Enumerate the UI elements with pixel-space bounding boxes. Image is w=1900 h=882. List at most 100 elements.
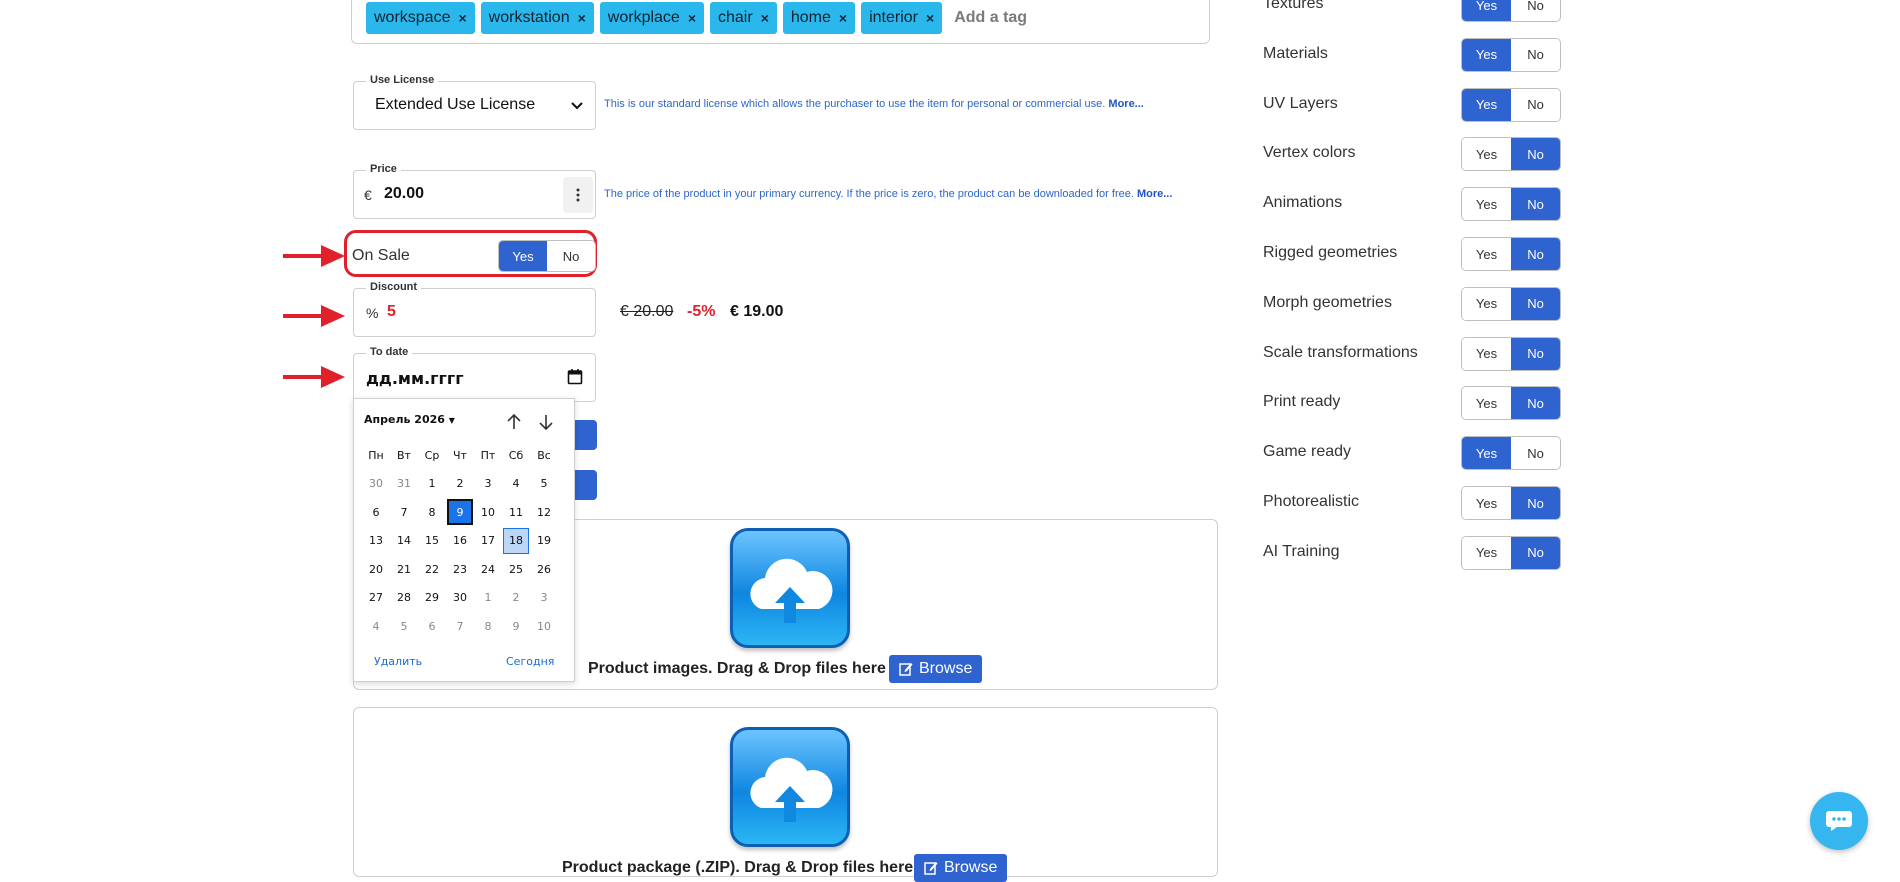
calendar-day[interactable]: 6 [418, 612, 446, 641]
toggle-yes[interactable]: Yes [1462, 337, 1511, 370]
calendar-day[interactable]: 7 [390, 498, 418, 527]
calendar-day[interactable]: 15 [418, 527, 446, 556]
price-menu-button[interactable] [563, 177, 593, 213]
toggle-yes[interactable]: Yes [1462, 88, 1511, 121]
calendar-day[interactable]: 13 [362, 527, 390, 556]
calendar-day[interactable]: 25 [502, 555, 530, 584]
arrow-down-icon[interactable] [538, 413, 554, 431]
on-sale-yes[interactable]: Yes [499, 241, 547, 271]
tag-chip[interactable]: home × [782, 2, 856, 34]
feature-toggle[interactable]: Yes No [1461, 286, 1561, 321]
tag-remove-icon[interactable]: × [458, 10, 466, 26]
toggle-yes[interactable]: Yes [1462, 0, 1511, 21]
toggle-no[interactable]: No [1511, 38, 1560, 71]
calendar-day[interactable]: 24 [474, 555, 502, 584]
tag-remove-icon[interactable]: × [688, 10, 696, 26]
to-date-field[interactable]: To date дд.мм.гггг [353, 346, 596, 402]
calendar-day[interactable]: 3 [474, 470, 502, 499]
calendar-icon[interactable] [567, 368, 583, 385]
calendar-day[interactable]: 18 [503, 527, 529, 554]
tag-remove-icon[interactable]: × [761, 10, 769, 26]
browse-package-button[interactable]: Browse [914, 854, 1008, 882]
calendar-day[interactable]: 20 [362, 555, 390, 584]
toggle-no[interactable]: No [1511, 287, 1560, 320]
feature-toggle[interactable]: Yes No [1461, 336, 1561, 371]
calendar-day[interactable]: 31 [390, 470, 418, 499]
license-more-link[interactable]: More... [1108, 98, 1143, 110]
calendar-day[interactable]: 2 [502, 584, 530, 613]
tag-chip[interactable]: workstation × [480, 2, 594, 34]
today-button[interactable]: Сегодня [506, 655, 554, 668]
calendar-day[interactable]: 8 [474, 612, 502, 641]
toggle-no[interactable]: No [1511, 0, 1560, 21]
feature-toggle[interactable]: Yes No [1461, 436, 1561, 471]
feature-toggle[interactable]: Yes No [1461, 37, 1561, 72]
tag-chip[interactable]: workplace × [599, 2, 704, 34]
toggle-no[interactable]: No [1511, 238, 1560, 270]
on-sale-no[interactable]: No [547, 241, 595, 271]
month-selector[interactable]: Апрель 2026 ▼ [364, 413, 455, 426]
calendar-day[interactable]: 10 [474, 498, 502, 527]
toggle-yes[interactable]: Yes [1462, 487, 1511, 519]
feature-toggle[interactable]: Yes No [1461, 535, 1561, 570]
calendar-day[interactable]: 17 [474, 527, 502, 556]
calendar-day[interactable]: 3 [530, 584, 558, 613]
tag-remove-icon[interactable]: × [926, 10, 934, 26]
calendar-day[interactable]: 10 [530, 612, 558, 641]
calendar-day[interactable]: 9 [447, 499, 473, 526]
arrow-up-icon[interactable] [506, 413, 522, 431]
on-sale-toggle[interactable]: Yes No [498, 240, 596, 272]
toggle-no[interactable]: No [1511, 487, 1560, 519]
toggle-yes[interactable]: Yes [1462, 287, 1511, 320]
calendar-day[interactable]: 5 [390, 612, 418, 641]
toggle-yes[interactable]: Yes [1462, 387, 1511, 420]
toggle-no[interactable]: No [1511, 138, 1560, 171]
feature-toggle[interactable]: Yes No [1461, 187, 1561, 222]
calendar-day[interactable]: 1 [418, 470, 446, 499]
feature-toggle[interactable]: Yes No [1461, 87, 1561, 122]
toggle-yes[interactable]: Yes [1462, 238, 1511, 270]
license-select[interactable]: Use License Extended Use License [353, 74, 596, 130]
toggle-no[interactable]: No [1511, 337, 1560, 370]
tag-chip[interactable]: workspace × [366, 2, 475, 34]
calendar-day[interactable]: 30 [362, 470, 390, 499]
toggle-no[interactable]: No [1511, 536, 1560, 569]
calendar-day[interactable]: 23 [446, 555, 474, 584]
calendar-day[interactable]: 7 [446, 612, 474, 641]
calendar-day[interactable]: 5 [530, 470, 558, 499]
toggle-no[interactable]: No [1511, 88, 1560, 121]
calendar-day[interactable]: 26 [530, 555, 558, 584]
calendar-day[interactable]: 2 [446, 470, 474, 499]
chat-button[interactable] [1810, 792, 1868, 850]
feature-toggle[interactable]: Yes No [1461, 386, 1561, 421]
clear-date-button[interactable]: Удалить [374, 655, 422, 668]
price-input[interactable]: 20.00 [384, 185, 424, 203]
feature-toggle[interactable]: Yes No [1461, 486, 1561, 520]
calendar-day[interactable]: 14 [390, 527, 418, 556]
toggle-yes[interactable]: Yes [1462, 38, 1511, 71]
toggle-no[interactable]: No [1511, 188, 1560, 221]
calendar-day[interactable]: 27 [362, 584, 390, 613]
price-more-link[interactable]: More... [1137, 188, 1172, 200]
feature-toggle[interactable]: Yes No [1461, 137, 1561, 172]
tag-remove-icon[interactable]: × [839, 10, 847, 26]
calendar-day[interactable]: 4 [362, 612, 390, 641]
calendar-day[interactable]: 30 [446, 584, 474, 613]
tag-remove-icon[interactable]: × [578, 10, 586, 26]
calendar-day[interactable]: 16 [446, 527, 474, 556]
calendar-day[interactable]: 29 [418, 584, 446, 613]
calendar-day[interactable]: 12 [530, 498, 558, 527]
toggle-yes[interactable]: Yes [1462, 138, 1511, 171]
calendar-day[interactable]: 6 [362, 498, 390, 527]
discount-input[interactable]: 5 [387, 303, 396, 321]
add-tag-input[interactable] [952, 8, 1063, 28]
feature-toggle[interactable]: Yes No [1461, 237, 1561, 271]
calendar-day[interactable]: 1 [474, 584, 502, 613]
calendar-day[interactable]: 22 [418, 555, 446, 584]
calendar-day[interactable]: 4 [502, 470, 530, 499]
feature-toggle[interactable]: Yes No [1461, 0, 1561, 22]
calendar-day[interactable]: 28 [390, 584, 418, 613]
toggle-yes[interactable]: Yes [1462, 536, 1511, 569]
tag-chip[interactable]: interior × [861, 2, 943, 34]
tag-chip[interactable]: chair × [710, 2, 777, 34]
